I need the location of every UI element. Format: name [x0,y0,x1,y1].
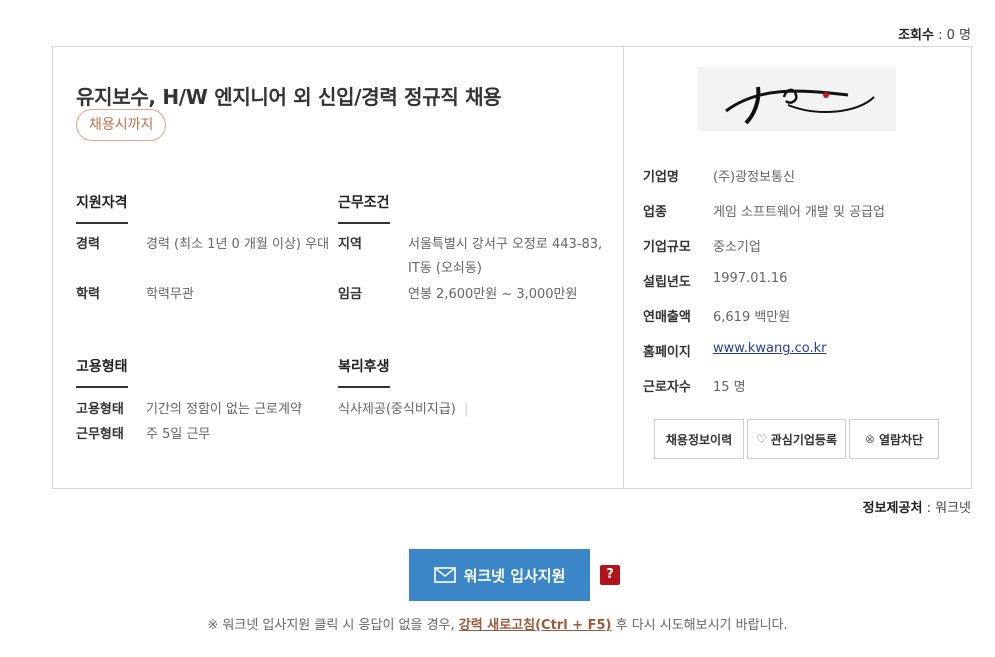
employment-heading: 고용형태 [76,356,128,388]
row-value: 기간의 정함이 없는 근로계약 [146,402,302,417]
envelope-icon [433,567,456,583]
job-detail: 유지보수, H/W 엔지니어 외 신입/경력 정규직 채용 채용시까지 지원자격… [53,47,624,488]
block-viewing-button[interactable]: ⊗ 열람차단 [849,419,939,459]
heart-icon: ♡ [755,432,767,446]
notice-text-before: ※ 워크넷 입사지원 클릭 시 응답이 없을 경우, [207,618,455,633]
notice-text-after: 후 다시 시도해보시기 바랍니다. [615,618,788,633]
welfare-value-row: 식사제공(중식비지급) | [338,398,603,422]
block-icon: ⊗ [864,432,875,446]
row-value: 경력 (최소 1년 0 개월 이상) 우대 [146,237,330,252]
info-provider-label: 정보제공처 [862,501,923,516]
info-value: 6,619 백만원 [713,310,791,325]
hard-refresh-link[interactable]: 강력 새로고침(Ctrl + F5) [459,618,612,633]
company-logo [698,67,896,131]
hiring-history-button[interactable]: 채용정보이력 [654,419,744,459]
company-logo-image [725,86,875,125]
company-info: 기업명 (주)광정보통신 업종 게임 소프트웨어 개발 및 공급업 기업규모 중… [624,47,971,488]
row-value: 서울특별시 강서구 오정로 443-83, IT동 (오쇠동) [408,237,603,276]
info-key: 기업규모 [643,240,691,255]
welfare-value: 식사제공(중식비지급) [338,402,456,417]
info-value: 1997.01.16 [713,271,788,286]
hiring-history-label: 채용정보이력 [665,432,733,447]
view-count-label: 조회수 [898,28,934,43]
conditions-heading: 근무조건 [338,192,390,224]
view-count-value: 0 명 [946,28,971,43]
favorite-company-button[interactable]: ♡ 관심기업등록 [747,419,846,459]
homepage-link[interactable]: www.kwang.co.kr [713,341,826,356]
employment-section: 고용형태 [76,356,128,388]
qualification-heading: 지원자격 [76,192,128,224]
row-key: 학력 [76,287,100,302]
info-provider: 정보제공처 : 워크넷 [862,501,971,516]
job-panel: 유지보수, H/W 엔지니어 외 신입/경력 정규직 채용 채용시까지 지원자격… [52,46,972,489]
apply-button-label: 워크넷 입사지원 [463,566,566,585]
info-key: 근로자수 [643,380,691,395]
refresh-notice: ※ 워크넷 입사지원 클릭 시 응답이 없을 경우, 강력 새로고침(Ctrl … [0,614,995,633]
row-value: 연봉 2,600만원 ~ 3,000만원 [408,287,578,302]
row-key: 고용형태 [76,402,124,417]
block-viewing-label: 열람차단 [878,432,924,447]
info-key: 홈페이지 [643,345,691,360]
row-key: 지역 [338,237,362,252]
row-key: 근무형태 [76,427,124,442]
apply-button[interactable]: 워크넷 입사지원 [409,549,590,601]
info-value: 게임 소프트웨어 개발 및 공급업 [713,205,886,220]
favorite-company-label: 관심기업등록 [770,432,837,447]
row-key: 임금 [338,287,362,302]
info-key: 기업명 [643,170,679,185]
job-title: 유지보수, H/W 엔지니어 외 신입/경력 정규직 채용 [76,85,502,109]
info-value: 중소기업 [713,240,761,255]
row-value: 주 5일 근무 [146,427,211,442]
qualification-section: 지원자격 [76,192,128,224]
conditions-section: 근무조건 [338,192,390,224]
deadline-badge: 채용시까지 [76,109,167,141]
welfare-heading: 복리후생 [338,356,390,388]
welfare-divider: | [463,402,469,417]
view-count: 조회수 : 0 명 [898,28,971,43]
help-icon[interactable]: ? [600,565,620,585]
info-key: 업종 [643,205,667,220]
info-value: 15 명 [713,380,746,395]
welfare-section: 복리후생 [338,356,390,388]
row-key: 경력 [76,237,100,252]
info-value: (주)광정보통신 [713,170,795,185]
info-key: 연매출액 [643,310,691,325]
info-value: www.kwang.co.kr [713,341,826,356]
info-provider-value: 워크넷 [935,501,971,516]
row-value: 학력무관 [146,287,194,302]
info-key: 설립년도 [643,275,691,290]
